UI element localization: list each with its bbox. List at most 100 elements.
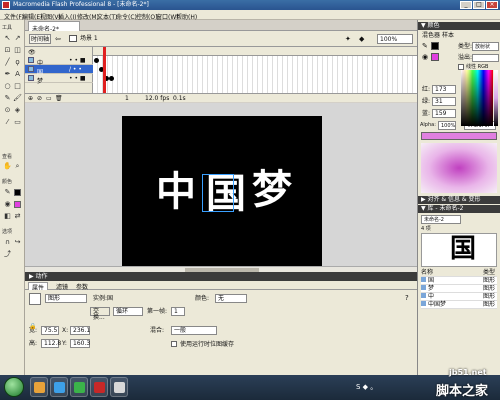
line-tool-icon[interactable]: ╱	[3, 58, 12, 67]
edit-symbols-icon[interactable]: ◆	[359, 35, 364, 43]
fill-swatch[interactable]	[431, 53, 439, 61]
y-input[interactable]: 160.3	[70, 339, 90, 348]
stage[interactable]: 中 国 梦	[122, 116, 322, 266]
brush-tool-icon[interactable]: 🖌	[13, 94, 22, 103]
overflow-select[interactable]	[472, 54, 499, 62]
taskbar-app-button[interactable]	[110, 377, 128, 397]
help-icon[interactable]: ?	[405, 294, 409, 302]
library-item[interactable]: 国 图形	[421, 277, 497, 285]
taskbar-app-button[interactable]	[50, 377, 68, 397]
lasso-tool-icon[interactable]: ϙ	[13, 58, 22, 67]
layer-row[interactable]: 中 • • ■	[25, 56, 93, 67]
eyedropper-icon[interactable]: ⁄	[3, 118, 12, 127]
first-frame-input[interactable]: 1	[171, 307, 185, 316]
frame-ruler[interactable]	[93, 47, 417, 56]
system-tray[interactable]: S ◆ 。	[356, 384, 377, 391]
layer-header-eye-icon[interactable]: 👁	[28, 49, 36, 56]
hand-tool-icon[interactable]: ✋	[3, 162, 12, 171]
taskbar-app-button[interactable]	[30, 377, 48, 397]
library-item[interactable]: 梦 图形	[421, 285, 497, 293]
rectangle-tool-icon[interactable]: □	[13, 82, 22, 91]
fill-type-select[interactable]: 放射状	[472, 42, 499, 51]
add-guide-icon[interactable]: ⊘	[37, 95, 42, 102]
insert-layer-icon[interactable]: ⊕	[28, 95, 33, 102]
layer-toggles[interactable]: • • ■	[69, 57, 86, 64]
minimize-button[interactable]: _	[460, 1, 472, 9]
fill-bucket-icon[interactable]: ◉	[422, 53, 428, 61]
blend-select[interactable]: 一般	[171, 326, 217, 335]
layer-toggles[interactable]: / • •	[69, 66, 82, 73]
zoom-tool-icon[interactable]: ⌕	[13, 162, 22, 171]
ink-bottle-icon[interactable]: ⊙	[3, 106, 12, 115]
text-tool-icon[interactable]: A	[13, 70, 22, 79]
color-spectrum-picker[interactable]	[461, 70, 493, 126]
playhead[interactable]	[103, 47, 106, 93]
symbol-type-select[interactable]: 图形	[45, 294, 87, 303]
loop-select[interactable]: 循环	[113, 307, 143, 316]
document-tab[interactable]: 未命名-2*	[28, 21, 80, 33]
gradient-transform-icon[interactable]: ◫	[13, 46, 22, 55]
stage-char-zhong[interactable]: 中	[156, 172, 196, 212]
close-button[interactable]: ×	[486, 1, 498, 9]
oval-tool-icon[interactable]: ○	[3, 82, 12, 91]
library-item[interactable]: 中 图形	[421, 293, 497, 301]
cache-bitmap-checkbox[interactable]	[171, 341, 177, 347]
keyframe[interactable]	[94, 58, 99, 63]
stroke-swatch[interactable]	[431, 42, 439, 50]
keyframe[interactable]	[109, 76, 114, 81]
lock-proportions-icon[interactable]: 🔒	[29, 323, 36, 330]
alpha-input[interactable]: 100%	[438, 121, 456, 130]
taskbar-app-button[interactable]	[90, 377, 108, 397]
start-button-icon[interactable]	[4, 377, 24, 397]
delete-layer-icon[interactable]: 🗑	[55, 95, 63, 102]
color-effect-select[interactable]: 无	[215, 294, 247, 303]
taskbar-app-button[interactable]	[70, 377, 88, 397]
subselection-tool-icon[interactable]: ↗	[13, 34, 22, 43]
luminance-slider[interactable]	[494, 70, 498, 126]
pen-tool-icon[interactable]: ✒	[3, 70, 12, 79]
snap-to-objects-icon[interactable]: ∩	[3, 238, 12, 247]
tab-swatches[interactable]: 样本	[442, 33, 454, 39]
fill-color-swatch[interactable]	[14, 201, 21, 208]
edit-scene-icon[interactable]: ✦	[345, 35, 351, 43]
layer-row[interactable]: 梦 • • ■	[25, 74, 93, 85]
library-item[interactable]: 中国梦 图形	[421, 301, 497, 309]
color-panel-header[interactable]: ▼ 颜色	[418, 22, 500, 30]
x-input[interactable]: 236.1	[70, 326, 90, 335]
insert-folder-icon[interactable]: ▭	[46, 95, 52, 102]
smooth-icon[interactable]: ↪	[13, 238, 22, 247]
tab-color-mixer[interactable]: 混色器	[422, 33, 440, 39]
stage-char-meng[interactable]: 梦	[252, 170, 292, 210]
gradient-definition-bar[interactable]	[421, 132, 497, 140]
swap-symbol-button[interactable]: 交换...	[90, 307, 110, 321]
height-input[interactable]: 112.8	[41, 339, 61, 348]
layer-row-active[interactable]: 国 / • •	[25, 65, 93, 76]
stage-pasteboard[interactable]: 中 国 梦	[25, 103, 417, 266]
library-name-col[interactable]: 名称	[421, 269, 433, 276]
stroke-color-swatch[interactable]	[14, 189, 21, 196]
swap-colors-icon[interactable]: ⇄	[13, 212, 22, 221]
free-transform-icon[interactable]: ⊡	[3, 46, 12, 55]
straighten-icon[interactable]: ⤴	[3, 250, 12, 259]
timeline-toggle-button[interactable]: 时间轴	[29, 34, 51, 44]
zoom-select[interactable]: 100%	[377, 34, 413, 44]
stroke-pencil-icon[interactable]: ✎	[422, 42, 428, 50]
black-white-icon[interactable]: ◧	[3, 212, 12, 221]
align-info-panel-header[interactable]: ▶ 对齐 & 信息 & 变形	[418, 196, 500, 204]
fill-color-icon[interactable]: ◉	[3, 200, 12, 209]
library-doc-select[interactable]: 未命名-2	[421, 215, 461, 224]
blue-input[interactable]: 159	[432, 109, 456, 118]
pencil-tool-icon[interactable]: ✎	[3, 94, 12, 103]
paint-bucket-icon[interactable]: ◈	[13, 106, 22, 115]
green-input[interactable]: 31	[432, 97, 456, 106]
library-type-col[interactable]: 类型	[483, 269, 495, 277]
width-input[interactable]: 75.5	[41, 326, 59, 335]
back-arrow-icon[interactable]: ⇦	[55, 35, 61, 43]
library-panel-header[interactable]: ▼ 库 - 未命名-2	[418, 205, 500, 213]
actions-panel-header[interactable]: ▶ 动作	[25, 272, 417, 281]
maximize-button[interactable]: □	[473, 1, 485, 9]
layer-toggles[interactable]: • • ■	[69, 75, 86, 82]
frame-rate[interactable]: 12.0 fps	[145, 96, 169, 102]
red-input[interactable]: 173	[432, 85, 456, 94]
stroke-color-icon[interactable]: ✎	[3, 188, 12, 197]
